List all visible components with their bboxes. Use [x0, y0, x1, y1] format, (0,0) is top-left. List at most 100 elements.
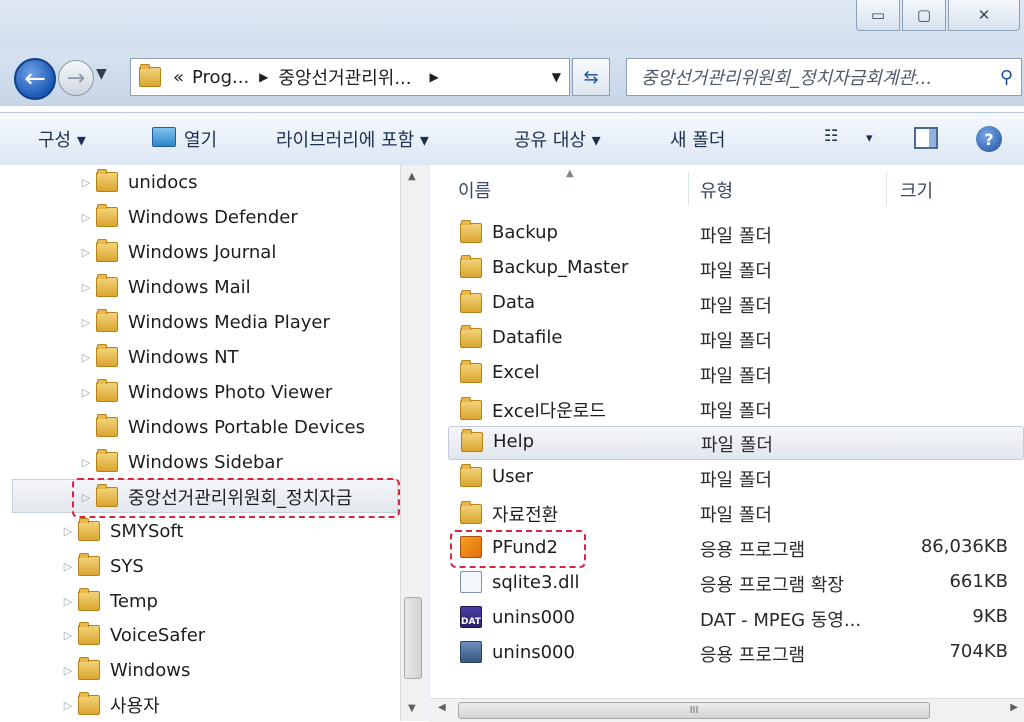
file-row-help[interactable]: Help 파일 폴더	[448, 426, 1024, 460]
tree-item-label: Windows Mail	[128, 276, 251, 298]
address-dropdown-icon[interactable]: ▼	[552, 70, 561, 84]
highlight-box-pfund2	[450, 530, 586, 568]
expand-arrow-icon[interactable]: ▷	[76, 351, 96, 364]
close-icon: ✕	[977, 6, 991, 24]
column-divider[interactable]	[886, 172, 887, 206]
tree-item-sys[interactable]: ▷ SYS	[58, 551, 144, 581]
column-header-type[interactable]: 유형	[700, 172, 733, 208]
scroll-thumb[interactable]	[404, 597, 422, 679]
new-folder-button[interactable]: 새 폴더	[670, 126, 725, 152]
uninstaller-icon	[460, 641, 482, 663]
scroll-right-icon[interactable]: ▶	[1010, 702, 1018, 713]
scroll-down-icon[interactable]: ▼	[408, 703, 416, 714]
refresh-button[interactable]: ⇆	[572, 58, 610, 96]
tree-item-voicesafer[interactable]: ▷ VoiceSafer	[58, 620, 205, 650]
minimize-icon: ▭	[870, 6, 886, 24]
sort-ascending-icon: ▲	[566, 168, 574, 179]
expand-arrow-icon[interactable]: ▷	[58, 595, 78, 608]
folder-icon	[460, 501, 482, 524]
breadcrumb-separator-icon[interactable]: ▶	[430, 70, 439, 84]
history-dropdown-icon[interactable]: ▼	[96, 66, 107, 82]
address-bar[interactable]: « Prog... ▶ 중앙선거관리위... ▶ ▼	[130, 58, 570, 96]
expand-arrow-icon[interactable]: ▷	[76, 176, 96, 189]
expand-arrow-icon[interactable]: ▷	[58, 629, 78, 642]
expand-arrow-icon[interactable]: ▷	[58, 699, 78, 712]
view-options-dropdown-icon[interactable]: ▾	[866, 131, 873, 146]
file-row-excel[interactable]: Excel 파일 폴더	[448, 358, 1022, 390]
file-row-unins000-dat[interactable]: DAT unins000 DAT - MPEG 동영... 9KB	[448, 602, 1022, 634]
tree-item-users[interactable]: ▷ 사용자	[58, 690, 160, 720]
tree-item-label: unidocs	[128, 171, 198, 193]
list-horizontal-scrollbar[interactable]: ◀ III ▶	[430, 698, 1024, 722]
scroll-left-icon[interactable]: ◀	[438, 702, 446, 713]
dat-video-file-icon: DAT	[460, 606, 482, 628]
tree-item-windows-nt[interactable]: ▷ Windows NT	[76, 342, 239, 372]
expand-arrow-icon[interactable]: ▷	[76, 211, 96, 224]
tree-item-windows-journal[interactable]: ▷ Windows Journal	[76, 237, 276, 267]
help-icon[interactable]: ?	[976, 126, 1002, 152]
back-button[interactable]: ←	[14, 58, 56, 100]
open-button[interactable]: 열기	[184, 126, 217, 152]
back-arrow-icon: ←	[24, 64, 46, 94]
breadcrumb-current-folder[interactable]: 중앙선거관리위...	[278, 64, 411, 90]
preview-pane-icon[interactable]	[914, 127, 938, 149]
folder-icon	[96, 414, 118, 437]
expand-arrow-icon[interactable]: ▷	[58, 560, 78, 573]
tree-item-windows-defender[interactable]: ▷ Windows Defender	[76, 202, 298, 232]
file-row-excel-download[interactable]: Excel다운로드 파일 폴더	[448, 393, 1022, 425]
file-row-data-conversion[interactable]: 자료전환 파일 폴더	[448, 497, 1022, 529]
expand-arrow-icon[interactable]: ▷	[76, 246, 96, 259]
folder-icon	[460, 289, 482, 313]
dll-file-icon	[460, 571, 482, 593]
scroll-thumb[interactable]: III	[458, 702, 930, 719]
tree-item-windows-media-player[interactable]: ▷ Windows Media Player	[76, 307, 330, 337]
tree-item-smysoft[interactable]: ▷ SMYSoft	[58, 516, 183, 546]
column-header-size[interactable]: 크기	[900, 172, 933, 208]
column-divider[interactable]	[688, 172, 689, 206]
search-icon[interactable]: ⚲	[1000, 67, 1013, 88]
expand-arrow-icon[interactable]: ▷	[76, 386, 96, 399]
forward-arrow-icon: →	[66, 65, 86, 91]
close-button[interactable]: ✕	[948, 0, 1020, 31]
tree-item-windows-photo-viewer[interactable]: ▷ Windows Photo Viewer	[76, 377, 332, 407]
expand-arrow-icon[interactable]: ▷	[76, 316, 96, 329]
share-with-button[interactable]: 공유 대상 ▾	[514, 126, 601, 152]
maximize-button[interactable]: ▢	[902, 0, 946, 31]
file-row-unins000-exe[interactable]: unins000 응용 프로그램 704KB	[448, 637, 1022, 669]
maximize-icon: ▢	[916, 6, 932, 24]
file-row-backup[interactable]: Backup 파일 폴더	[448, 218, 1022, 250]
expand-arrow-icon[interactable]: ▷	[76, 281, 96, 294]
file-row-data[interactable]: Data 파일 폴더	[448, 288, 1022, 320]
file-row-sqlite3-dll[interactable]: sqlite3.dll 응용 프로그램 확장 661KB	[448, 567, 1022, 599]
minimize-button[interactable]: ▭	[856, 0, 900, 31]
open-icon[interactable]	[152, 127, 176, 147]
tree-item-windows-mail[interactable]: ▷ Windows Mail	[76, 272, 251, 302]
tree-item-label: Windows NT	[128, 346, 239, 368]
expand-arrow-icon[interactable]: ▷	[76, 456, 96, 469]
address-prefix[interactable]: «	[173, 67, 184, 88]
organize-button[interactable]: 구성 ▾	[38, 126, 86, 152]
expand-arrow-icon[interactable]: ▷	[58, 525, 78, 538]
tree-item-windows-portable-devices[interactable]: Windows Portable Devices	[76, 412, 365, 442]
tree-item-windows-sidebar[interactable]: ▷ Windows Sidebar	[76, 447, 283, 477]
forward-button[interactable]: →	[58, 60, 94, 96]
file-row-user[interactable]: User 파일 폴더	[448, 462, 1022, 494]
navigation-tree: ▷ unidocs ▷ Windows Defender ▷ Windows Jour…	[0, 165, 400, 721]
file-row-backup-master[interactable]: Backup_Master 파일 폴더	[448, 253, 1022, 285]
view-options-icon[interactable]: ☷	[824, 126, 838, 145]
column-header-name[interactable]: 이름	[458, 172, 491, 208]
search-input[interactable]: 중앙선거관리위원회_정치자금회계관... ⚲	[626, 58, 1022, 96]
breadcrumb-separator-icon[interactable]: ▶	[259, 70, 268, 84]
tree-item-temp[interactable]: ▷ Temp	[58, 586, 158, 616]
folder-icon	[78, 588, 100, 611]
search-placeholder: 중앙선거관리위원회_정치자금회계관...	[641, 68, 933, 89]
breadcrumb-program-files[interactable]: Prog...	[192, 67, 249, 88]
tree-vertical-scrollbar[interactable]: ▲ ▼	[400, 165, 425, 721]
include-in-library-button[interactable]: 라이브러리에 포함 ▾	[276, 126, 429, 152]
scroll-up-icon[interactable]: ▲	[408, 171, 416, 182]
expand-arrow-icon[interactable]: ▷	[58, 664, 78, 677]
tree-item-windows[interactable]: ▷ Windows	[58, 655, 190, 685]
tree-item-label: Windows	[110, 659, 191, 681]
file-row-datafile[interactable]: Datafile 파일 폴더	[448, 323, 1022, 355]
tree-item-unidocs[interactable]: ▷ unidocs	[76, 167, 198, 197]
